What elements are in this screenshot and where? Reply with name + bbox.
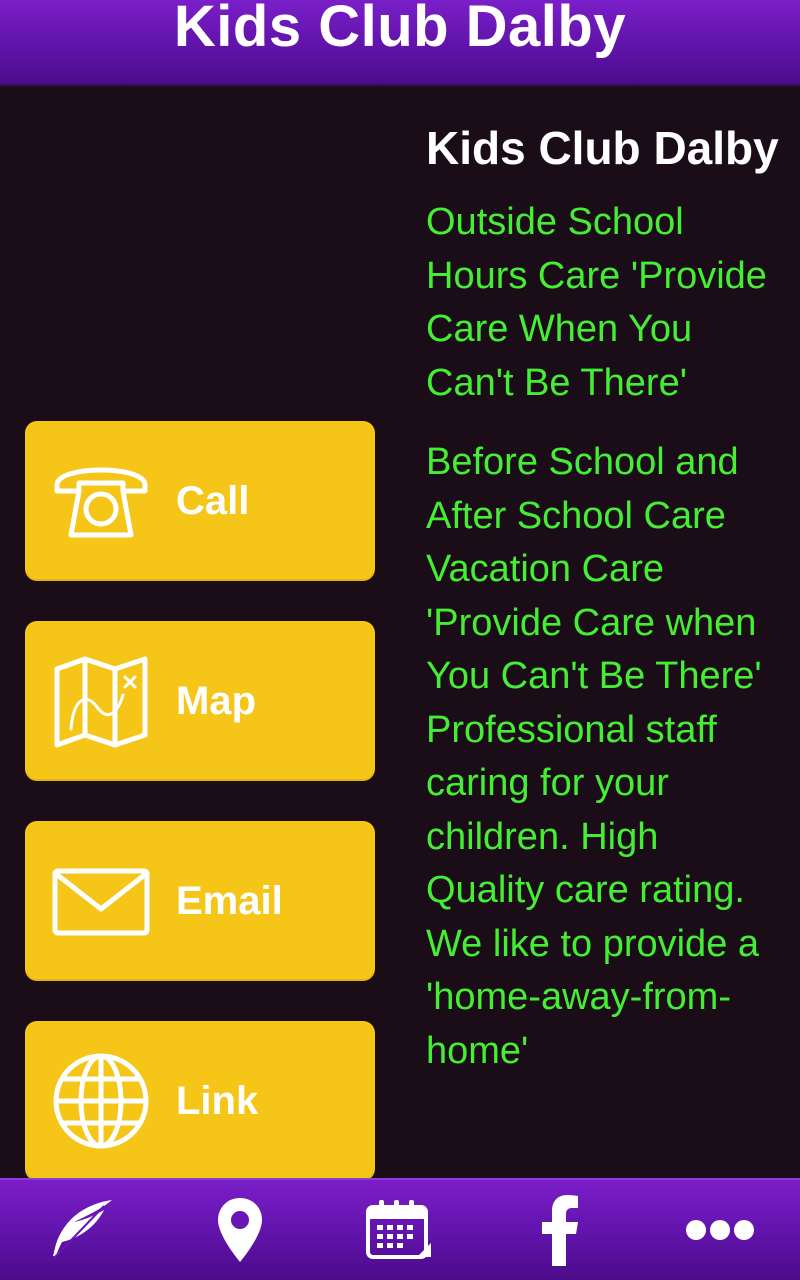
content-title: Kids Club Dalby (426, 122, 779, 174)
content-paragraph: Before School and After School Care Vaca… (426, 441, 762, 1072)
content-panel: Kids Club Dalby Outside School Hours Car… (426, 120, 786, 1104)
call-button-label: Call (176, 479, 250, 523)
map-button-label: Map (176, 679, 256, 723)
map-button[interactable]: Map (25, 621, 375, 781)
bottom-tab-bar (0, 1178, 800, 1280)
link-button-label: Link (176, 1079, 259, 1123)
link-button[interactable]: Link (25, 1021, 375, 1181)
tab-calendar[interactable] (320, 1180, 480, 1280)
envelope-icon (51, 851, 151, 951)
action-buttons: Call Map Email Link (25, 421, 375, 1221)
tab-feather[interactable] (0, 1180, 160, 1280)
email-button-label: Email (176, 879, 283, 923)
email-button[interactable]: Email (25, 821, 375, 981)
map-icon (51, 651, 151, 751)
tab-facebook[interactable] (480, 1180, 640, 1280)
content-paragraph: Outside School Hours Care 'Provide Care … (426, 201, 767, 404)
header-bar: Kids Club Dalby (0, 0, 800, 86)
call-button[interactable]: Call (25, 421, 375, 581)
screen: Kids Club Dalby Call Map Email Link Kids… (0, 0, 800, 1280)
telephone-icon (51, 451, 151, 551)
tab-location[interactable] (160, 1180, 320, 1280)
tab-more[interactable] (640, 1180, 800, 1280)
page-title: Kids Club Dalby (173, 0, 627, 59)
globe-icon (51, 1051, 151, 1151)
